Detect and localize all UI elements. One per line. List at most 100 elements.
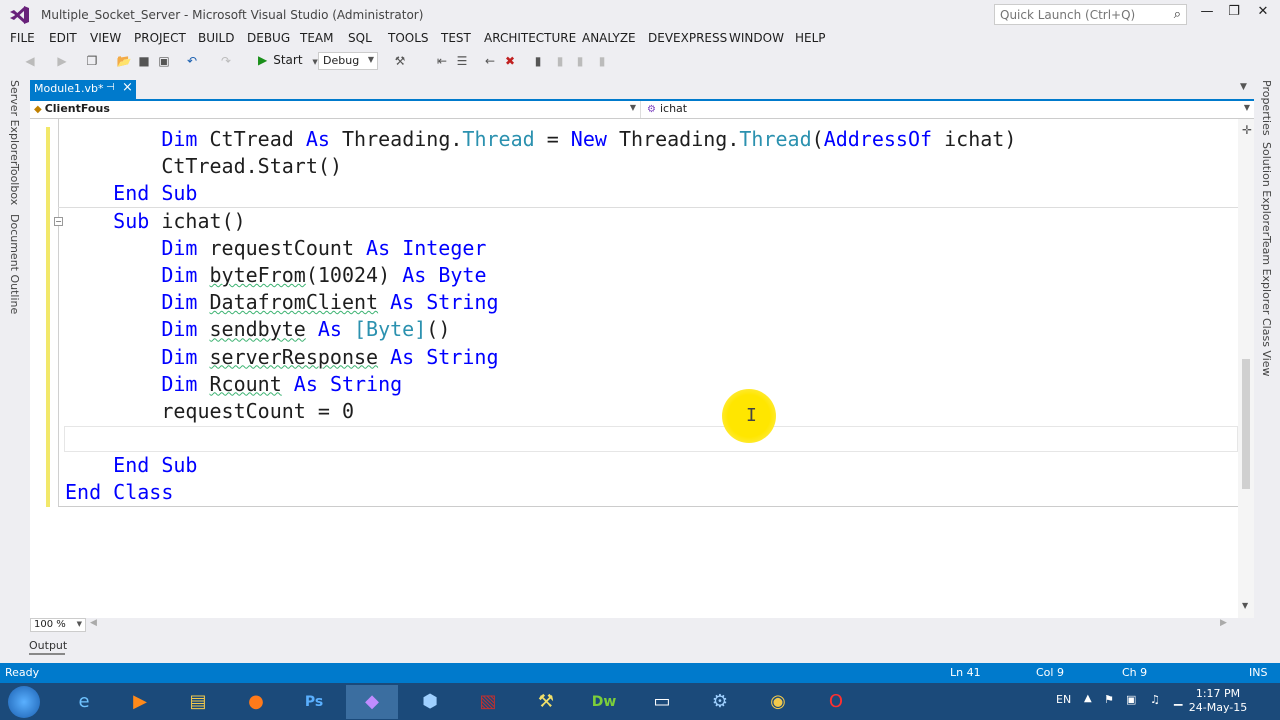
navigate-back-icon[interactable]: ◀: [22, 53, 38, 69]
internet-explorer-icon[interactable]: e: [58, 685, 110, 719]
file-explorer-icon[interactable]: ▤: [172, 685, 224, 719]
comment-icon[interactable]: ▮: [594, 53, 610, 69]
next-bookmark-icon[interactable]: ▮: [552, 53, 568, 69]
code-editor[interactable]: − Dim CtTread As Threading.Thread = New …: [30, 119, 1254, 618]
close-button[interactable]: ✕: [1250, 4, 1276, 24]
code-line[interactable]: CtTread.Start(): [65, 153, 1016, 180]
collapse-icon[interactable]: −: [54, 217, 63, 226]
navigate-forward-icon[interactable]: ▶: [54, 53, 70, 69]
find-in-files-icon[interactable]: ⚒: [392, 53, 408, 69]
menu-tools[interactable]: TOOLS: [388, 31, 429, 45]
code-line[interactable]: End Class: [65, 479, 1016, 506]
redo-icon[interactable]: ↷: [218, 53, 234, 69]
vertical-scrollbar[interactable]: ✛ ▼: [1238, 119, 1254, 618]
window-app-icon[interactable]: ▭: [636, 685, 688, 719]
dreamweaver-icon[interactable]: Dw: [578, 685, 630, 719]
tab-list-dropdown-icon[interactable]: ▼: [1240, 82, 1247, 92]
quick-launch-box[interactable]: ⌕: [994, 4, 1187, 25]
menu-file[interactable]: FILE: [10, 31, 35, 45]
code-line[interactable]: Dim requestCount As Integer: [65, 235, 1016, 262]
output-tab[interactable]: Output: [29, 639, 67, 652]
undo-icon[interactable]: ↶: [184, 53, 200, 69]
new-project-icon[interactable]: ❐: [84, 53, 100, 69]
menu-devexpress[interactable]: DEVEXPRESS: [648, 31, 727, 45]
pin-icon[interactable]: ⊣: [106, 82, 115, 93]
document-outline-tab[interactable]: Document Outline: [8, 214, 21, 314]
split-window-icon[interactable]: ✛: [1242, 123, 1252, 137]
windows-start-button[interactable]: [8, 686, 40, 718]
code-line[interactable]: requestCount = 0: [65, 398, 1016, 425]
solution-configuration-select[interactable]: Debug ▼: [318, 52, 378, 70]
volume-icon[interactable]: ♫: [1150, 693, 1160, 706]
toolbox-tab[interactable]: Toolbox: [8, 164, 21, 205]
code-line[interactable]: Dim Rcount As String: [65, 371, 1016, 398]
show-hidden-icons-icon[interactable]: ▲: [1084, 693, 1092, 704]
previous-bookmark-icon[interactable]: ▮: [572, 53, 588, 69]
menu-analyze[interactable]: ANALYZE: [582, 31, 636, 45]
winrar-icon[interactable]: ▧: [462, 685, 514, 719]
member-dropdown[interactable]: ⚙ ichat ▼: [640, 101, 1254, 118]
team-explorer-tab[interactable]: Team Explorer: [1260, 236, 1273, 314]
document-tab-module1[interactable]: Module1.vb* ⊣ ×: [30, 80, 136, 99]
code-line[interactable]: Dim sendbyte As [Byte](): [65, 316, 1016, 343]
code-line[interactable]: End Sub: [65, 452, 1016, 479]
code-line[interactable]: [65, 425, 1016, 452]
code-line[interactable]: Dim byteFrom(10024) As Byte: [65, 262, 1016, 289]
code-line[interactable]: End Sub: [65, 180, 1016, 207]
code-line[interactable]: Dim CtTread As Threading.Thread = New Th…: [65, 126, 1016, 153]
menu-test[interactable]: TEST: [441, 31, 471, 45]
security-icon[interactable]: ▣: [1126, 693, 1136, 706]
close-icon[interactable]: ×: [122, 80, 133, 95]
scroll-right-icon[interactable]: ▶: [1220, 618, 1227, 628]
tools-icon[interactable]: ⚒: [520, 685, 572, 719]
start-debugging-button[interactable]: ▶ Start ▼: [258, 53, 318, 70]
menu-debug[interactable]: DEBUG: [247, 31, 290, 45]
zoom-select[interactable]: 100 % ▼: [30, 618, 86, 632]
class-view-tab[interactable]: Class View: [1260, 318, 1273, 377]
search-icon[interactable]: ⌕: [1174, 7, 1181, 22]
code-line[interactable]: Dim serverResponse As String: [65, 344, 1016, 371]
menu-architecture[interactable]: ARCHITECTURE: [484, 31, 576, 45]
menu-window[interactable]: WINDOW: [729, 31, 784, 45]
firefox-icon[interactable]: ●: [230, 685, 282, 719]
code-line[interactable]: Dim DatafromClient As String: [65, 289, 1016, 316]
chrome-icon[interactable]: ◉: [752, 685, 804, 719]
photoshop-icon[interactable]: Ps: [288, 685, 340, 719]
navigate-to-icon[interactable]: ⇤: [434, 53, 450, 69]
save-icon[interactable]: ■: [136, 53, 152, 69]
bookmark-prev-icon[interactable]: ←: [482, 53, 498, 69]
menu-team[interactable]: TEAM: [300, 31, 333, 45]
menu-edit[interactable]: EDIT: [49, 31, 77, 45]
class-dropdown[interactable]: ◆ ClientFous ▼: [30, 101, 640, 118]
scrollbar-thumb[interactable]: [1242, 359, 1250, 489]
solution-explorer-tab[interactable]: Solution Explorer: [1260, 142, 1273, 236]
restore-button[interactable]: ❐: [1221, 4, 1247, 24]
action-center-icon[interactable]: ⚑: [1104, 693, 1114, 706]
toggle-bookmark-icon[interactable]: ▮: [530, 53, 546, 69]
quick-launch-input[interactable]: [995, 5, 1160, 24]
network-icon[interactable]: ▁: [1174, 693, 1182, 706]
outline-icon[interactable]: ☰: [454, 53, 470, 69]
server-explorer-tab[interactable]: Server Explorer: [8, 80, 21, 165]
code-line[interactable]: Sub ichat(): [65, 208, 1016, 235]
menu-build[interactable]: BUILD: [198, 31, 234, 45]
visual-studio-taskbar-icon[interactable]: ◆: [346, 685, 398, 719]
media-player-icon[interactable]: ▶: [114, 685, 166, 719]
scroll-down-icon[interactable]: ▼: [1242, 601, 1248, 610]
menu-project[interactable]: PROJECT: [134, 31, 186, 45]
language-indicator[interactable]: EN: [1056, 693, 1071, 706]
scroll-left-icon[interactable]: ◀: [90, 618, 97, 628]
system-clock[interactable]: 1:17 PM 24-May-15: [1188, 687, 1248, 715]
properties-tab[interactable]: Properties: [1260, 80, 1273, 136]
minimize-button[interactable]: —: [1194, 4, 1220, 24]
menu-view[interactable]: VIEW: [90, 31, 121, 45]
open-file-icon[interactable]: 📂: [116, 53, 132, 69]
menu-help[interactable]: HELP: [795, 31, 826, 45]
clear-bookmarks-icon[interactable]: ✖: [502, 53, 518, 69]
network-tool-icon[interactable]: ⚙: [694, 685, 746, 719]
menu-sql[interactable]: SQL: [348, 31, 372, 45]
code-text[interactable]: Dim CtTread As Threading.Thread = New Th…: [65, 126, 1016, 507]
save-all-icon[interactable]: ▣: [156, 53, 172, 69]
opera-icon[interactable]: O: [810, 685, 862, 719]
virtualbox-icon[interactable]: ⬢: [404, 685, 456, 719]
